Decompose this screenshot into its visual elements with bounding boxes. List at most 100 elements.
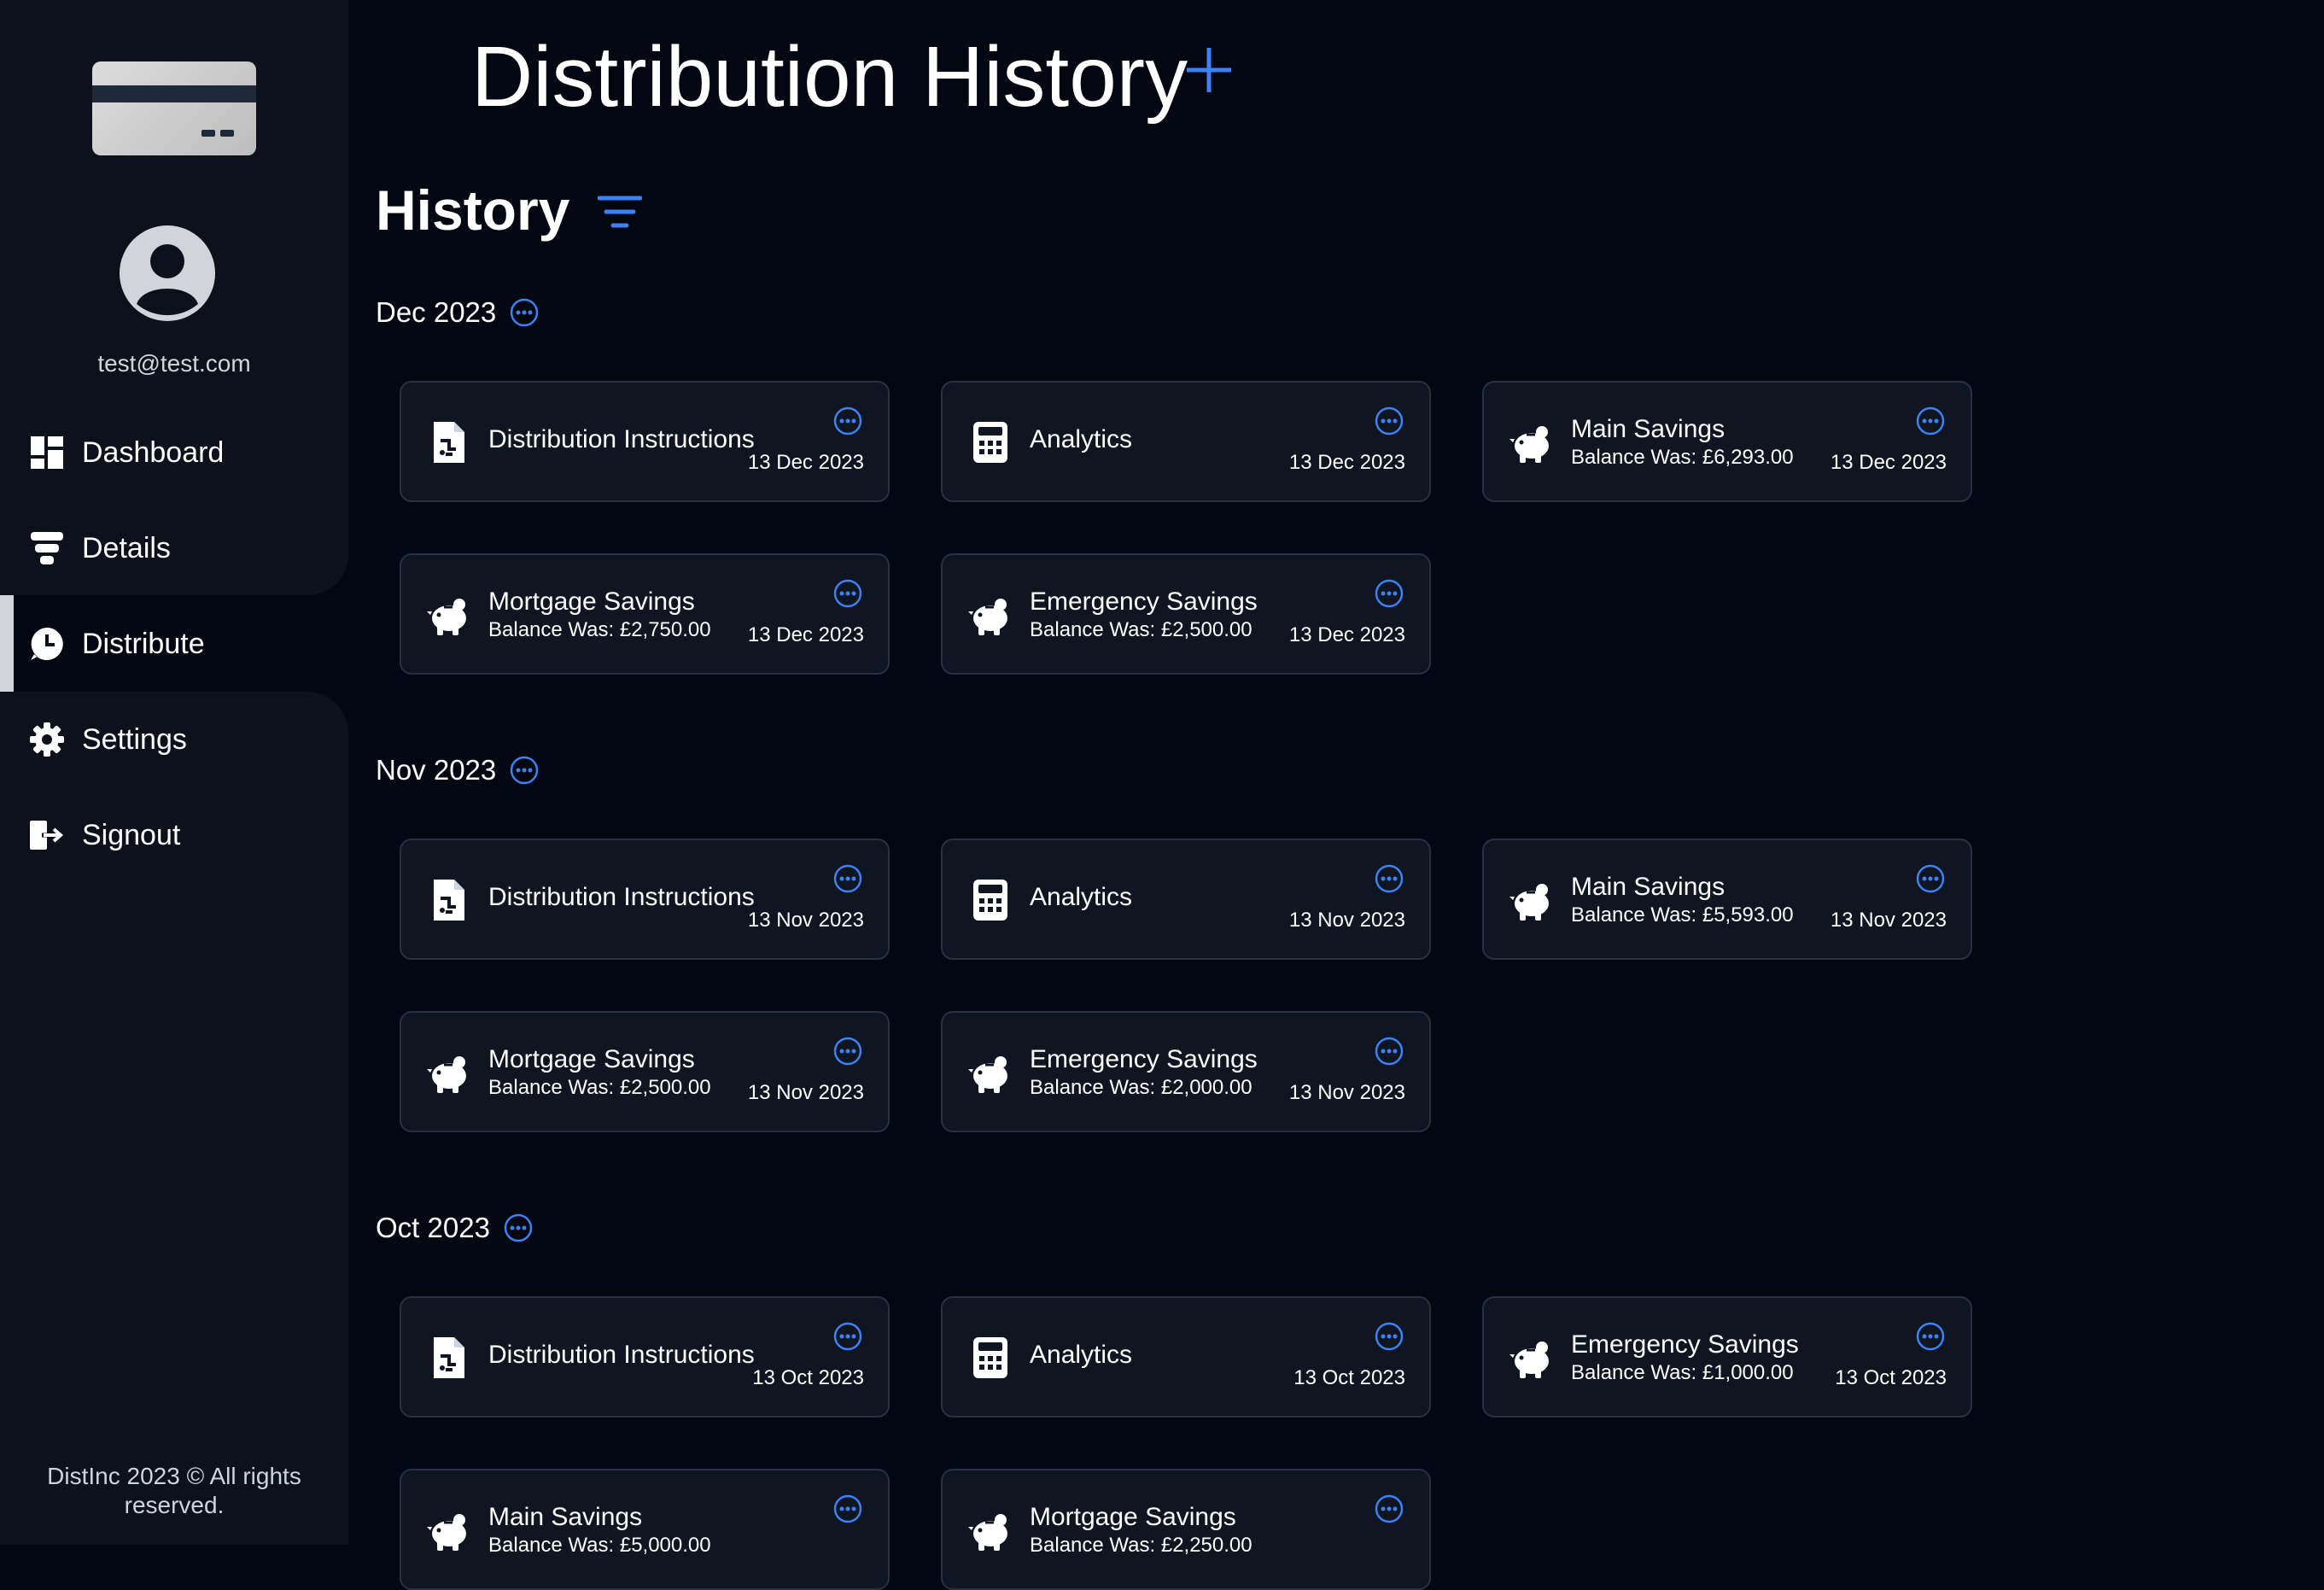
credit-card-logo-icon	[92, 61, 256, 155]
card-date: 13 Dec 2023	[1288, 623, 1405, 646]
nav-label: Settings	[82, 722, 187, 756]
piggy-bank-icon	[968, 1050, 1013, 1095]
card-balance: Balance Was: £2,250.00	[1030, 1534, 1253, 1557]
card-balance: Balance Was: £2,750.00	[488, 618, 711, 641]
history-card-analytics[interactable]: Analytics 13 Oct 2023	[941, 1296, 1431, 1418]
more-options-icon[interactable]	[1375, 1322, 1404, 1351]
nav-signout[interactable]: Signout	[29, 810, 180, 861]
history-card-savings[interactable]: Main Savings Balance Was: £5,593.00 13 Nov…	[1482, 839, 1972, 960]
card-balance: Balance Was: £6,293.00	[1571, 446, 1794, 469]
more-options-icon[interactable]	[833, 579, 862, 608]
more-options-icon[interactable]	[1916, 864, 1945, 893]
more-options-icon[interactable]	[833, 1322, 862, 1351]
more-options-icon[interactable]	[1916, 1322, 1945, 1351]
nav-label: Distribute	[82, 627, 205, 660]
card-balance: Balance Was: £2,000.00	[1030, 1076, 1253, 1099]
more-options-icon[interactable]	[1375, 579, 1404, 608]
more-options-icon[interactable]	[1916, 406, 1945, 435]
card-title: Mortgage Savings	[488, 1045, 695, 1073]
history-card-savings[interactable]: Mortgage Savings Balance Was: £2,500.00 13…	[400, 1011, 890, 1132]
nav-settings[interactable]: Settings	[29, 714, 187, 765]
card-date: 13 Nov 2023	[747, 1081, 864, 1104]
card-date: 13 Oct 2023	[1293, 1366, 1405, 1389]
card-date: 13 Nov 2023	[1288, 1081, 1405, 1104]
piggy-bank-icon	[427, 1050, 471, 1095]
calculator-icon	[968, 1336, 1013, 1380]
history-card-savings[interactable]: Mortgage Savings Balance Was: £2,750.00 13…	[400, 553, 890, 675]
more-options-icon[interactable]	[504, 1213, 533, 1242]
signout-icon	[29, 817, 65, 853]
card-title: Mortgage Savings	[1030, 1503, 1236, 1531]
card-title: Main Savings	[488, 1503, 643, 1531]
piggy-bank-icon	[1509, 1336, 1554, 1380]
card-title: Analytics	[1030, 883, 1133, 911]
more-options-icon[interactable]	[833, 406, 862, 435]
history-card-distribution[interactable]: Distribution Instructions 13 Nov 2023	[400, 839, 890, 960]
more-options-icon[interactable]	[1375, 406, 1404, 435]
add-icon[interactable]	[1183, 44, 1235, 96]
month-label: Dec 2023	[376, 296, 497, 328]
piggy-bank-icon	[427, 1508, 471, 1552]
calculator-icon	[968, 878, 1013, 922]
card-title: Distribution Instructions	[488, 425, 755, 453]
calculator-icon	[968, 420, 1013, 465]
history-card-savings[interactable]: Mortgage Savings Balance Was: £2,250.00	[941, 1469, 1431, 1590]
card-date: 13 Dec 2023	[747, 623, 864, 646]
more-options-icon[interactable]	[1375, 1494, 1404, 1523]
document-icon	[427, 420, 471, 465]
month-header: Dec 2023	[376, 289, 539, 336]
card-title: Main Savings	[1571, 873, 1725, 901]
active-nav-indicator	[0, 595, 14, 692]
card-date: 13 Nov 2023	[1830, 909, 1947, 932]
more-options-icon[interactable]	[833, 1494, 862, 1523]
history-card-savings[interactable]: Emergency Savings Balance Was: £2,000.00 1…	[941, 1011, 1431, 1132]
piggy-bank-icon	[968, 1508, 1013, 1552]
more-options-icon[interactable]	[510, 756, 539, 785]
piggy-bank-icon	[1509, 878, 1554, 922]
history-card-savings[interactable]: Main Savings Balance Was: £5,000.00	[400, 1469, 890, 1590]
piggy-bank-icon	[968, 593, 1013, 637]
history-card-savings[interactable]: Main Savings Balance Was: £6,293.00 13 Dec…	[1482, 381, 1972, 502]
document-icon	[427, 878, 471, 922]
more-options-icon[interactable]	[1375, 864, 1404, 893]
card-title: Distribution Instructions	[488, 883, 755, 911]
history-card-distribution[interactable]: Distribution Instructions 13 Dec 2023	[400, 381, 890, 502]
month-label: Nov 2023	[376, 754, 497, 786]
month-header: Oct 2023	[376, 1204, 533, 1252]
footer-line: reserved.	[124, 1492, 225, 1518]
more-options-icon[interactable]	[1375, 1037, 1404, 1066]
history-card-analytics[interactable]: Analytics 13 Nov 2023	[941, 839, 1431, 960]
document-icon	[427, 1336, 471, 1380]
card-balance: Balance Was: £2,500.00	[1030, 618, 1253, 641]
history-card-distribution[interactable]: Distribution Instructions 13 Oct 2023	[400, 1296, 890, 1418]
nav-details[interactable]: Details	[29, 523, 171, 574]
nav-label: Signout	[82, 818, 181, 851]
card-title: Distribution Instructions	[488, 1341, 755, 1369]
history-title: History	[376, 178, 570, 242]
card-balance: Balance Was: £1,000.00	[1571, 1361, 1794, 1384]
nav-distribute[interactable]: Distribute	[29, 618, 205, 669]
card-title: Mortgage Savings	[488, 587, 695, 616]
card-title: Emergency Savings	[1571, 1330, 1799, 1359]
card-title: Analytics	[1030, 425, 1133, 453]
month-header: Nov 2023	[376, 746, 539, 794]
filter-icon[interactable]	[598, 195, 642, 229]
gear-icon	[29, 722, 65, 757]
more-options-icon[interactable]	[833, 864, 862, 893]
avatar-icon[interactable]	[120, 225, 215, 321]
card-date: 13 Nov 2023	[747, 909, 864, 932]
history-card-analytics[interactable]: Analytics 13 Dec 2023	[941, 381, 1431, 502]
page-title: Distribution History	[471, 29, 1188, 125]
card-title: Analytics	[1030, 1341, 1133, 1369]
history-card-savings[interactable]: Emergency Savings Balance Was: £2,500.00 1…	[941, 553, 1431, 675]
piggy-bank-icon	[1509, 420, 1554, 465]
more-options-icon[interactable]	[833, 1037, 862, 1066]
footer-line: DistInc 2023 © All rights	[47, 1463, 301, 1489]
history-card-savings[interactable]: Emergency Savings Balance Was: £1,000.00 1…	[1482, 1296, 1972, 1418]
card-title: Emergency Savings	[1030, 587, 1258, 616]
nav-label: Dashboard	[82, 435, 225, 469]
nav-dashboard[interactable]: Dashboard	[29, 427, 224, 478]
card-date: 13 Dec 2023	[1830, 451, 1947, 474]
more-options-icon[interactable]	[510, 298, 539, 327]
card-title: Main Savings	[1571, 415, 1725, 443]
